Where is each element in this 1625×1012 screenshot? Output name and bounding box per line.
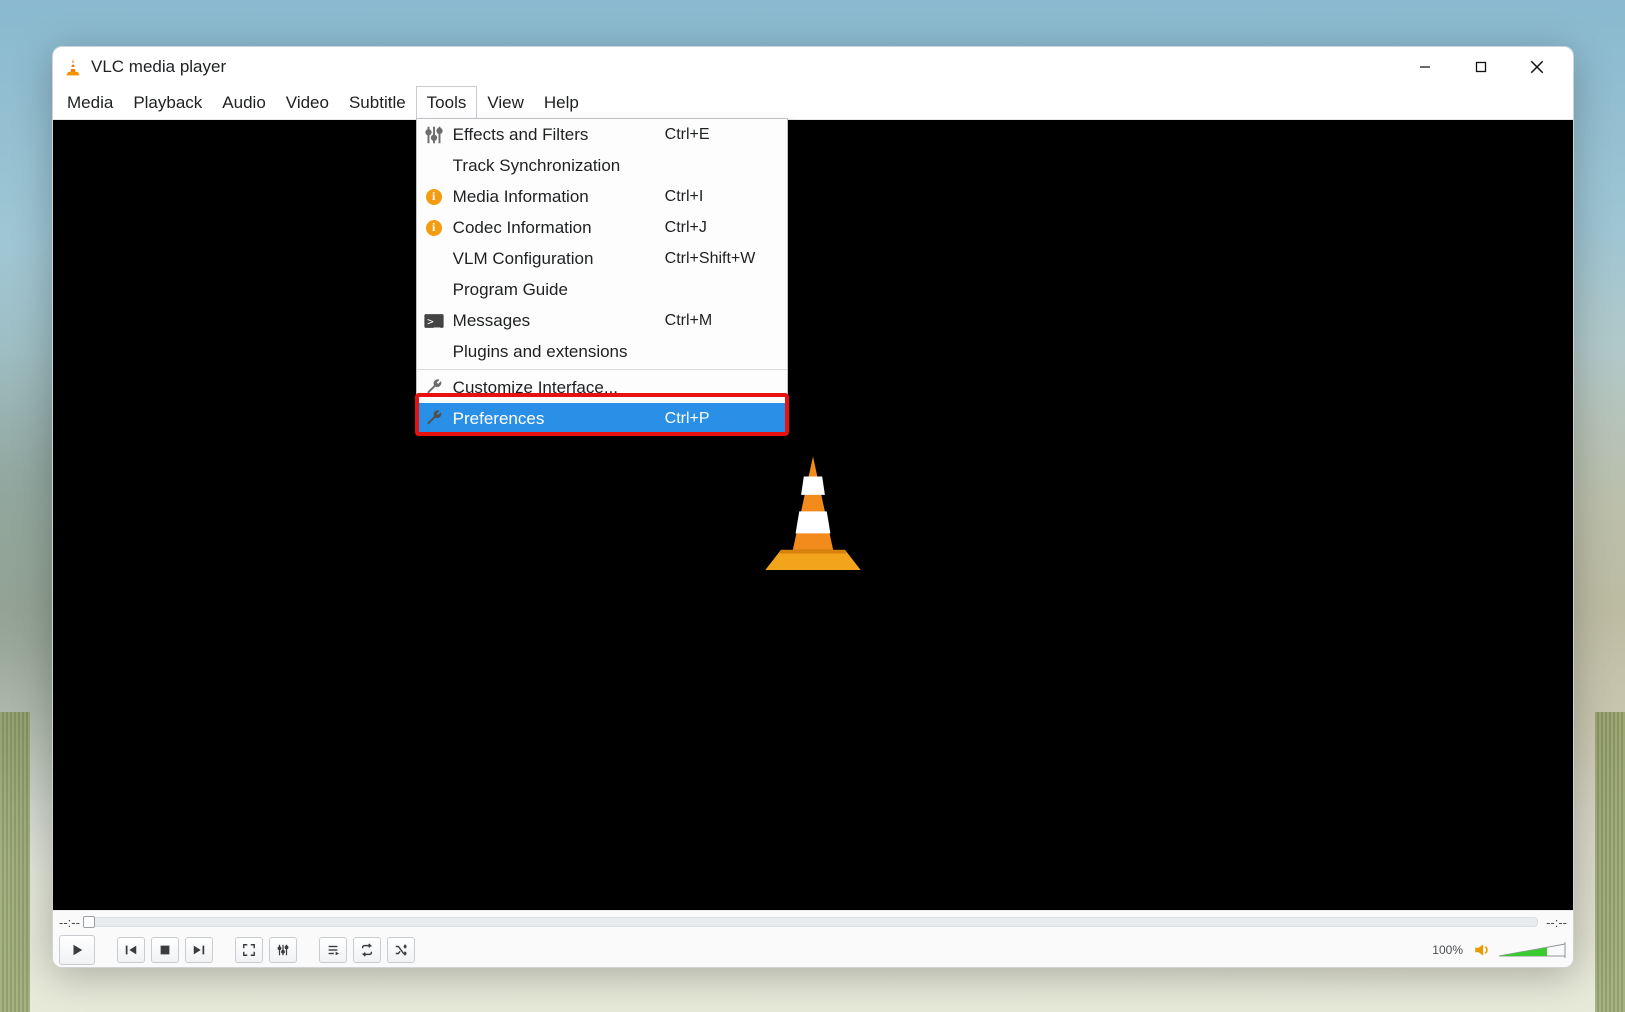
menu-item-label: Customize Interface...: [453, 378, 657, 398]
window-controls: [1397, 47, 1565, 87]
menu-effects-filters[interactable]: Effects and Filters Ctrl+E: [417, 119, 787, 150]
menu-item-shortcut: Ctrl+M: [665, 312, 775, 330]
menu-item-shortcut: Ctrl+I: [665, 188, 775, 206]
menu-playback[interactable]: Playback: [123, 87, 212, 119]
menu-track-sync[interactable]: Track Synchronization: [417, 150, 787, 181]
menu-item-label: Program Guide: [453, 280, 657, 300]
video-area[interactable]: [53, 120, 1573, 910]
menu-customize-interface[interactable]: Customize Interface...: [417, 372, 787, 403]
window-title: VLC media player: [91, 57, 226, 77]
menu-item-label: Preferences: [453, 409, 657, 429]
remaining-time[interactable]: --:--: [1546, 915, 1567, 930]
seek-slider[interactable]: [88, 917, 1538, 927]
menu-media[interactable]: Media: [57, 87, 123, 119]
volume-slider[interactable]: [1497, 940, 1567, 960]
svg-text:>_: >_: [427, 315, 441, 328]
menu-preferences[interactable]: Preferences Ctrl+P: [417, 403, 787, 434]
menu-item-label: Codec Information: [453, 218, 657, 238]
vlc-cone-icon: [63, 57, 83, 77]
tools-dropdown: Effects and Filters Ctrl+E Track Synchro…: [416, 118, 788, 435]
wallpaper-decoration: [1595, 712, 1625, 1012]
menu-view[interactable]: View: [477, 87, 534, 119]
maximize-button[interactable]: [1453, 47, 1509, 87]
menu-messages[interactable]: >_ Messages Ctrl+M: [417, 305, 787, 336]
menu-item-shortcut: Ctrl+J: [665, 219, 775, 237]
controls-row: 100%: [53, 933, 1573, 967]
fullscreen-button[interactable]: [235, 937, 263, 963]
info-icon: i: [423, 220, 445, 236]
info-icon: i: [423, 189, 445, 205]
menu-item-label: Messages: [453, 311, 657, 331]
menu-item-label: Track Synchronization: [453, 156, 657, 176]
elapsed-time[interactable]: --:--: [59, 915, 80, 930]
menu-codec-info[interactable]: i Codec Information Ctrl+J: [417, 212, 787, 243]
menu-item-label: Media Information: [453, 187, 657, 207]
menu-help[interactable]: Help: [534, 87, 589, 119]
vlc-window: VLC media player Media Playback Audio Vi…: [52, 46, 1574, 968]
sliders-icon: [423, 124, 445, 146]
wrench-icon: [423, 408, 445, 430]
wallpaper-decoration: [0, 712, 30, 1012]
minimize-button[interactable]: [1397, 47, 1453, 87]
menubar: Media Playback Audio Video Subtitle Tool…: [53, 87, 1573, 120]
menu-item-label: Plugins and extensions: [453, 342, 657, 362]
terminal-icon: >_: [423, 310, 445, 332]
loop-button[interactable]: [353, 937, 381, 963]
menu-media-info[interactable]: i Media Information Ctrl+I: [417, 181, 787, 212]
volume-percent: 100%: [1432, 943, 1463, 957]
menu-vlm-config[interactable]: VLM Configuration Ctrl+Shift+W: [417, 243, 787, 274]
speaker-icon[interactable]: [1473, 941, 1491, 959]
shuffle-button[interactable]: [387, 937, 415, 963]
menu-item-shortcut: Ctrl+P: [665, 410, 775, 428]
playlist-button[interactable]: [319, 937, 347, 963]
menu-subtitle[interactable]: Subtitle: [339, 87, 416, 119]
seek-thumb[interactable]: [83, 916, 95, 928]
previous-button[interactable]: [117, 937, 145, 963]
menu-tools[interactable]: Tools Effects and Filters Ctrl+E Trac: [416, 86, 478, 119]
menu-item-label: VLM Configuration: [453, 249, 657, 269]
menu-program-guide[interactable]: Program Guide: [417, 274, 787, 305]
play-button[interactable]: [59, 935, 95, 965]
stop-button[interactable]: [151, 937, 179, 963]
menu-video[interactable]: Video: [276, 87, 339, 119]
menu-separator: [417, 369, 787, 370]
menu-item-shortcut: Ctrl+Shift+W: [665, 250, 775, 268]
menu-audio[interactable]: Audio: [212, 87, 275, 119]
close-button[interactable]: [1509, 47, 1565, 87]
next-button[interactable]: [185, 937, 213, 963]
menu-plugins-extensions[interactable]: Plugins and extensions: [417, 336, 787, 367]
titlebar[interactable]: VLC media player: [53, 47, 1573, 87]
vlc-cone-logo: [758, 449, 868, 580]
status-row: --:-- --:--: [53, 910, 1573, 933]
menu-item-shortcut: Ctrl+E: [665, 126, 775, 144]
menu-item-label: Effects and Filters: [453, 125, 657, 145]
extended-settings-button[interactable]: [269, 937, 297, 963]
wrench-icon: [423, 377, 445, 399]
